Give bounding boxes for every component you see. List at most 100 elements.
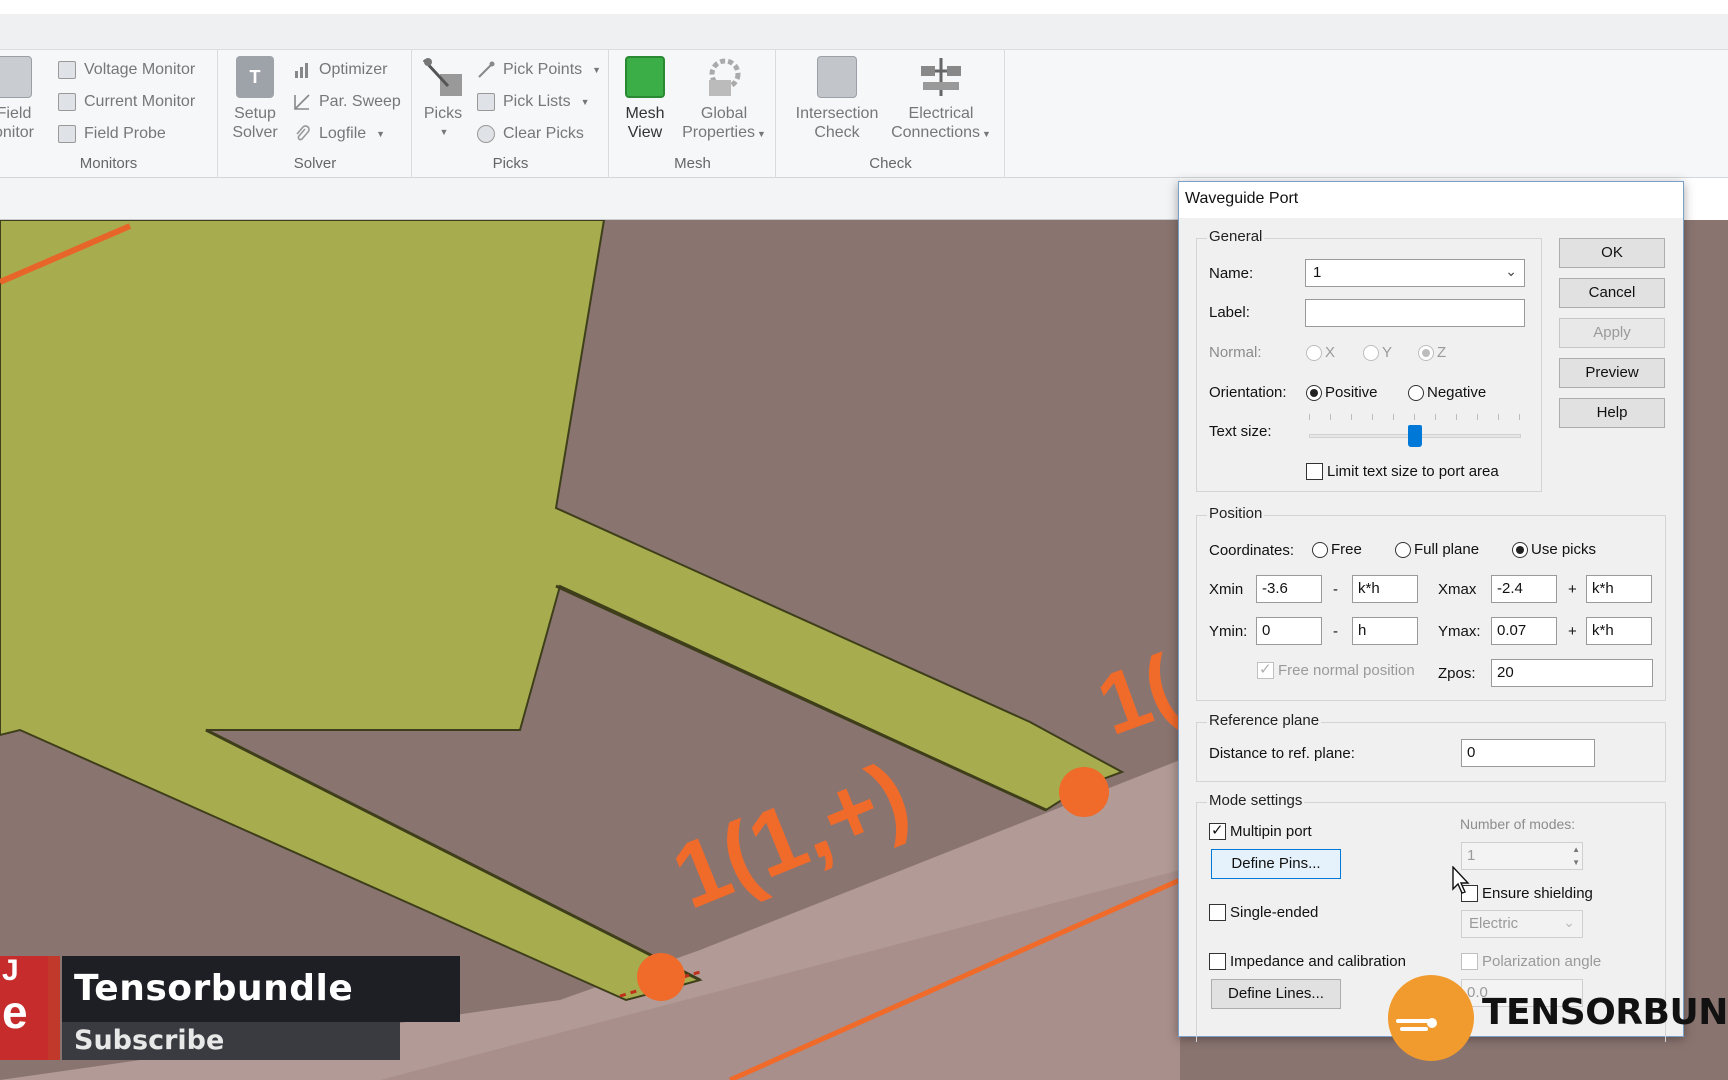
single-ended-checkbox[interactable]: Single-ended (1209, 904, 1318, 921)
coordinates-full-plane-label: Full plane (1414, 541, 1480, 558)
free-normal-position-checkbox[interactable]: Free normal position (1257, 660, 1415, 679)
mode-settings-legend: Mode settings (1207, 792, 1305, 809)
number-of-modes-label: Number of modes: (1460, 816, 1576, 832)
field-monitor-label-2: onitor (0, 124, 35, 141)
optimizer-icon (293, 61, 311, 79)
xmin-offset-input[interactable]: k*h (1352, 575, 1418, 603)
mouse-cursor-icon (1452, 866, 1470, 894)
youtube-logo-top-glyph: J (2, 954, 19, 987)
normal-z-radio[interactable]: Z (1418, 344, 1446, 361)
port-pick-point[interactable] (637, 953, 685, 1001)
help-button[interactable]: Help (1559, 398, 1665, 428)
apply-button[interactable]: Apply (1559, 318, 1665, 348)
coordinates-free-radio[interactable]: Free (1312, 541, 1362, 558)
par-sweep-button[interactable]: Par. Sweep (293, 88, 401, 116)
distance-input[interactable]: 0 (1461, 739, 1595, 767)
mesh-view-icon (625, 56, 665, 98)
pick-points-label: Pick Points (503, 61, 583, 78)
picks-button[interactable]: Picks ▼ (421, 56, 465, 142)
ok-button[interactable]: OK (1559, 238, 1665, 268)
label-input[interactable] (1305, 299, 1525, 327)
picks-group-label: Picks (492, 155, 529, 172)
normal-x-radio[interactable]: X (1306, 344, 1335, 361)
field-probe-button[interactable]: Field Probe (58, 120, 166, 148)
zpos-input[interactable]: 20 (1491, 659, 1653, 687)
text-size-slider-thumb[interactable] (1408, 425, 1422, 447)
pick-lists-icon (477, 93, 495, 111)
picks-dropdown-icon: ▼ (439, 127, 449, 137)
port-pick-point-2[interactable] (1059, 767, 1109, 817)
pick-lists-dropdown-icon: ▼ (580, 97, 590, 107)
mesh-view-label-2: View (627, 124, 663, 141)
define-lines-button[interactable]: Define Lines... (1211, 979, 1341, 1009)
orientation-negative-radio[interactable]: Negative (1408, 384, 1486, 401)
mesh-view-button[interactable]: Mesh View (614, 56, 676, 142)
pick-lists-button[interactable]: Pick Lists ▼ (477, 88, 590, 116)
optimizer-button[interactable]: Optimizer (293, 56, 387, 84)
label-label: Label: (1209, 304, 1250, 321)
text-size-label: Text size: (1209, 423, 1272, 440)
shielding-type-value: Electric (1469, 915, 1519, 932)
multipin-port-checkbox[interactable]: Multipin port (1209, 821, 1312, 840)
logfile-dropdown-icon: ▼ (376, 129, 386, 139)
coordinates-full-plane-radio[interactable]: Full plane (1395, 541, 1479, 558)
intersection-check-button[interactable]: Intersection Check (787, 56, 887, 142)
global-properties-dropdown-icon: ▼ (757, 129, 766, 139)
xmin-input[interactable]: -3.6 (1256, 575, 1322, 603)
ribbon-group-solver: T Setup Solver Optimizer Par. Sweep Logf… (219, 50, 412, 178)
name-value: 1 (1313, 264, 1322, 281)
preview-button[interactable]: Preview (1559, 358, 1665, 388)
free-normal-position-label: Free normal position (1278, 662, 1415, 679)
current-monitor-button[interactable]: Current Monitor (58, 88, 195, 116)
view-tab-strip (0, 178, 1180, 220)
ymin-minus-sign: - (1333, 623, 1338, 640)
brand-accent-bar (48, 956, 60, 1060)
setup-solver-button[interactable]: T Setup Solver (225, 56, 285, 142)
field-monitor-label: Field (0, 105, 32, 122)
logfile-button[interactable]: Logfile ▼ (293, 120, 385, 148)
orientation-positive-radio[interactable]: Positive (1306, 384, 1378, 401)
pick-points-icon (477, 61, 495, 79)
limit-text-size-label: Limit text size to port area (1327, 463, 1499, 480)
impedance-calibration-checkbox[interactable]: Impedance and calibration (1209, 953, 1406, 970)
waveguide-port-dialog: Waveguide Port General Name: 1 ⌄ Label: … (1178, 181, 1684, 1042)
ymax-label: Ymax: (1438, 623, 1481, 640)
normal-z-label: Z (1437, 344, 1447, 361)
ensure-shielding-checkbox[interactable]: Ensure shielding (1461, 885, 1593, 902)
clear-picks-button[interactable]: Clear Picks (477, 120, 584, 148)
name-select[interactable]: 1 ⌄ (1305, 259, 1525, 287)
intersection-check-label-2: Check (814, 124, 860, 141)
mesh-group-label: Mesh (674, 155, 711, 172)
global-properties-button[interactable]: Global Properties ▼ (678, 56, 770, 144)
reference-plane-legend: Reference plane (1207, 712, 1322, 729)
normal-y-radio[interactable]: Y (1363, 344, 1392, 361)
setup-solver-icon: T (236, 56, 274, 98)
mesh-view-label: Mesh (625, 105, 665, 122)
xmax-offset-input[interactable]: k*h (1586, 575, 1652, 603)
xmax-input[interactable]: -2.4 (1491, 575, 1557, 603)
ymax-input[interactable]: 0.07 (1491, 617, 1557, 645)
pick-points-button[interactable]: Pick Points ▼ (477, 56, 601, 84)
voltage-monitor-button[interactable]: Voltage Monitor (58, 56, 195, 84)
voltage-monitor-label: Voltage Monitor (84, 61, 196, 78)
define-pins-button[interactable]: Define Pins... (1211, 849, 1341, 879)
polarization-angle-checkbox[interactable]: Polarization angle (1461, 953, 1601, 970)
number-of-modes-input[interactable]: 1 ▲ ▼ (1461, 842, 1583, 870)
limit-text-size-checkbox[interactable]: Limit text size to port area (1306, 463, 1499, 480)
field-monitor-button[interactable]: Field onitor (0, 56, 36, 142)
ymax-offset-input[interactable]: k*h (1586, 617, 1652, 645)
ymin-offset-input[interactable]: h (1352, 617, 1418, 645)
polarization-angle-label: Polarization angle (1482, 953, 1602, 970)
picks-label: Picks (423, 105, 463, 122)
ribbon-group-picks: Picks ▼ Pick Points ▼ Pick Lists ▼ Clear… (413, 50, 609, 178)
electrical-connections-button[interactable]: Electrical Connections ▼ (889, 56, 993, 144)
orientation-positive-label: Positive (1325, 384, 1378, 401)
solver-group-label: Solver (293, 155, 337, 172)
subscribe-label[interactable]: Subscribe (62, 1022, 400, 1060)
dialog-title: Waveguide Port (1179, 182, 1683, 218)
ymin-input[interactable]: 0 (1256, 617, 1322, 645)
coordinates-use-picks-radio[interactable]: Use picks (1512, 541, 1596, 558)
cancel-button[interactable]: Cancel (1559, 278, 1665, 308)
ymin-label: Ymin: (1209, 623, 1248, 640)
shielding-type-select[interactable]: Electric ⌄ (1461, 910, 1583, 938)
